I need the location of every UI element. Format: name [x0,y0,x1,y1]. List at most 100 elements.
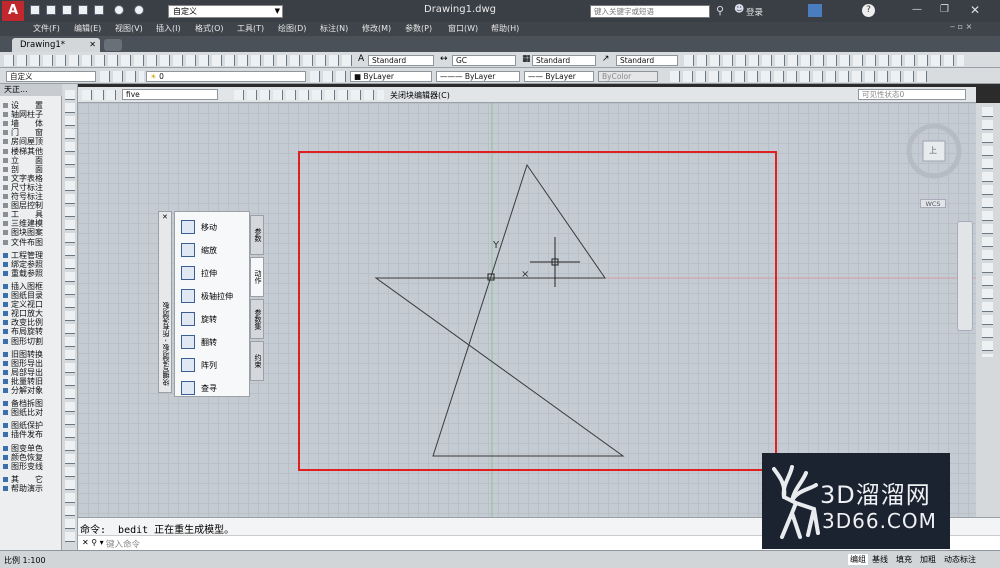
watermark-logo: 3D溜溜网 3D66.COM [762,453,950,549]
mleader-style-select[interactable]: Standard [616,55,678,66]
layer-select[interactable]: ☀ 0 [146,71,306,82]
palette-close-icon[interactable]: ✕ [162,213,168,221]
sidebar-item[interactable]: 帮助演示 [3,483,43,494]
sidebar-item-icon [3,194,8,199]
text-style-select[interactable]: Standard [368,55,434,66]
menu-help[interactable]: 帮助(H) [491,23,519,34]
menu-edit[interactable]: 编辑(E) [74,23,101,34]
workspace-dropdown[interactable]: 自定义 ▼ [168,5,283,18]
ucs-x-marker: × [521,269,529,280]
sidebar-item-icon [3,463,8,469]
menu-window[interactable]: 窗口(W) [448,23,478,34]
sidebar-item[interactable]: 插件发布 [3,429,43,440]
workspace-select[interactable]: 自定义 [6,71,96,82]
sidebar-item-icon [3,221,8,227]
menu-insert[interactable]: 插入(I) [156,23,181,34]
action-item[interactable]: 旋转 [179,311,249,327]
close-block-editor-button[interactable]: 关闭块编辑器(C) [390,90,450,101]
minimize-button[interactable]: — [912,4,922,15]
action-item[interactable]: 翻转 [179,334,249,350]
menu-file[interactable]: 文件(F) [33,23,60,34]
sidebar-item[interactable]: 重载参照 [3,268,43,279]
sidebar-item-icon [3,184,8,190]
sidebar-item[interactable]: 分解对象 [3,385,43,396]
palette-tab[interactable]: 参数集 [250,299,264,339]
command-close-icon[interactable]: ✕ ⚲ ▾ [82,538,104,547]
print-icon[interactable] [94,5,104,15]
command-history: 命令: _bedit 正在重生成模型。 [80,525,235,536]
menu-view[interactable]: 视图(V) [115,23,143,34]
search-icon[interactable]: ⚲ [716,4,724,17]
action-item[interactable]: 极轴拉伸 [179,288,249,304]
status-toggle-bold[interactable]: 加粗 [920,554,936,565]
menu-parametric[interactable]: 参数(P) [405,23,432,34]
status-toggle-fill[interactable]: 填充 [896,554,912,565]
app-logo-icon[interactable]: A [2,1,24,21]
color-select[interactable]: ■ ByLayer [350,71,432,82]
tab-drawing1-label: Drawing1* [20,40,66,50]
menu-format[interactable]: 格式(O) [195,23,224,34]
scale-indicator[interactable]: 比例 1:100 [4,555,46,566]
new-icon[interactable] [30,5,40,15]
user-icon[interactable]: ☻ [734,4,744,15]
menu-dimension[interactable]: 标注(N) [320,23,348,34]
redo-icon[interactable] [134,5,144,15]
viewcube[interactable]: 上 WCS [906,121,962,211]
menu-draw[interactable]: 绘图(D) [278,23,306,34]
navigation-bar[interactable] [957,221,973,331]
lineweight-select[interactable]: —— ByLayer [524,71,594,82]
close-icon[interactable]: ✕ [89,38,96,52]
action-item[interactable]: 移动 [179,219,249,235]
dim-style-select[interactable]: GC [452,55,516,66]
table-style-select[interactable]: Standard [532,55,596,66]
wcs-button[interactable]: WCS [920,199,946,208]
action-item[interactable]: 阵列 [179,357,249,373]
undo-icon[interactable] [114,5,124,15]
status-toggle-group[interactable]: 编组 [848,554,868,565]
search-input[interactable]: 键入关键字或短语 [590,5,710,18]
sidebar-item[interactable]: 图形变线 [3,461,43,472]
block-name-input[interactable]: five [122,89,218,100]
palette-tab[interactable]: 参数 [250,215,264,255]
sidebar-item-icon [3,112,8,118]
tangent-side-panel: 天正... 设 置轴网柱子墙 体门 窗房间屋顶 楼梯其他立 面剖 面文字表格 尺寸标… [0,84,62,550]
action-icon [181,220,195,234]
status-toggle-baseline[interactable]: 基线 [872,554,888,565]
tab-drawing1[interactable]: Drawing1* ✕ [12,38,100,52]
draw-tool-icons [65,90,75,544]
new-tab-button[interactable] [104,39,122,51]
palette-tab[interactable]: 约束 [250,341,264,381]
restore-button[interactable]: ❐ [940,4,949,15]
sidebar-item[interactable]: 图形切割 [3,336,43,347]
sidebar-item-icon [3,175,8,181]
action-icon [181,335,195,349]
action-icon [181,266,195,280]
open-icon[interactable] [46,5,56,15]
sidebar-item[interactable]: 图纸比对 [3,407,43,418]
help-icon[interactable]: ? [862,4,875,17]
layer-name: 0 [159,72,164,81]
action-label: 拉伸 [201,269,217,278]
action-item[interactable]: 缩放 [179,242,249,258]
window-controls-small[interactable]: ‒ ▫ × [950,22,972,31]
plotstyle-select[interactable]: ByColor [598,71,658,82]
table-style-icon: ▦ [522,54,531,64]
palette-tab[interactable]: 动作 [250,257,264,297]
menu-modify[interactable]: 修改(M) [362,23,391,34]
panel-header[interactable]: 天正... [0,84,62,96]
action-item[interactable]: 查寻 [179,380,249,396]
visibility-state-select[interactable]: 可见性状态0 [858,89,966,100]
save-icon[interactable] [62,5,72,15]
close-button[interactable]: ✕ [970,3,980,17]
exchange-icon[interactable] [808,4,822,17]
ucs-y-label: Y [492,240,500,251]
action-item[interactable]: 拉伸 [179,265,249,281]
saveas-icon[interactable] [78,5,88,15]
linetype-select[interactable]: ——— ByLayer [436,71,520,82]
menu-tools[interactable]: 工具(T) [237,23,264,34]
palette-titlebar[interactable]: ✕ 块编写选项板 - 所有选项板 [158,211,172,393]
sidebar-item[interactable]: 文件布图 [3,237,43,248]
login-button[interactable]: 登录 [746,6,763,18]
status-toggle-dyndim[interactable]: 动态标注 [944,554,976,565]
block-edit-icons-b [234,90,384,100]
